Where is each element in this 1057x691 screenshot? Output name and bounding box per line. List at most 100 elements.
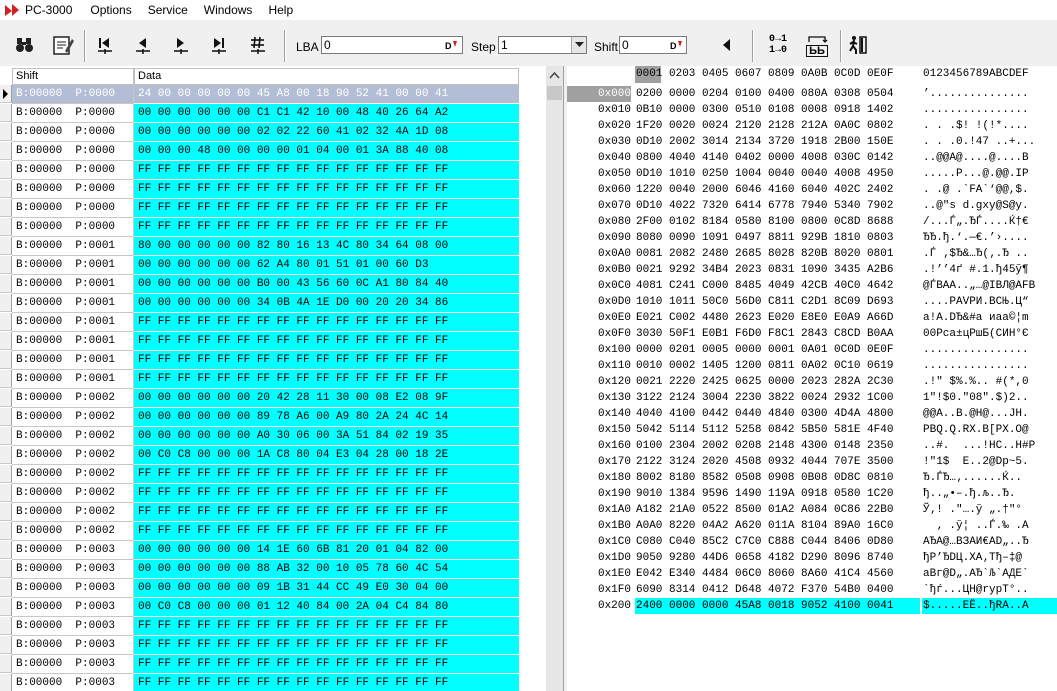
hex-row[interactable]: 0x1B0 A0A0 8220 04A2 A620 011A 8104 89A0 … [567,518,1057,534]
hex-row[interactable]: 0x020 1F20 0020 0024 2120 2128 212A 0A0C … [567,118,1057,134]
lba-input[interactable]: 0 [321,36,463,54]
row-indicator[interactable] [0,636,12,654]
hex-row[interactable]: 0x0F0 3030 50F1 E0B1 F6D0 F8C1 2843 C8CD … [567,326,1057,342]
table-row[interactable]: B:00000 P:0000 FF FF FF FF FF FF FF FF FF… [0,180,546,199]
table-row[interactable]: B:00000 P:0002 00 00 00 00 00 00 89 78 A6… [0,408,546,427]
row-data-cell[interactable]: 00 C0 C8 00 00 00 01 12 40 84 00 2A 04 C… [134,598,519,617]
table-row[interactable]: B:00000 P:0000 FF FF FF FF FF FF FF FF FF… [0,218,546,237]
hex-bytes[interactable]: 0021 9292 34B4 2023 0831 1090 3435 A2B6 [635,262,920,278]
hex-ascii[interactable]: . .@ .`FA`‘@@,$. [922,182,1057,198]
row-data-cell[interactable]: 00 00 00 00 00 00 B0 00 43 56 60 0C A1 8… [134,275,519,294]
row-indicator[interactable] [0,294,12,312]
row-data-cell[interactable]: FF FF FF FF FF FF FF FF FF FF FF FF FF F… [134,180,519,199]
hex-ascii[interactable]: @ЃВAА..„…@IВЛ@АFB [922,278,1057,294]
hex-bytes[interactable]: 0000 0201 0005 0000 0001 0A01 0C0D 0E0F [635,342,920,358]
hex-row[interactable]: 0x0A0 0081 2082 2480 2685 8028 820B 8020 … [567,246,1057,262]
hex-bytes[interactable]: 2F00 0102 8184 0580 8100 0800 0C8D 8688 [635,214,920,230]
table-row[interactable]: B:00000 P:0001 FF FF FF FF FF FF FF FF FF… [0,313,546,332]
row-shift-cell[interactable]: B:00000 P:0001 [12,275,134,294]
row-shift-cell[interactable]: B:00000 P:0002 [12,522,134,541]
hex-ascii[interactable]: ЂЂ.ђ.‘.—€.’›.... [922,230,1057,246]
table-row[interactable]: B:00000 P:0003 00 00 00 00 00 00 09 1B 31… [0,579,546,598]
hex-row[interactable]: 0x000 0200 0000 0204 0100 0400 080A 0308 … [567,86,1057,102]
row-data-cell[interactable]: FF FF FF FF FF FF FF FF FF FF FF FF FF F… [134,655,519,674]
row-data-cell[interactable]: FF FF FF FF FF FF FF FF FF FF FF FF FF F… [134,199,519,218]
hex-bytes[interactable]: C080 C040 85C2 C7C0 C888 C044 8406 0D80 [635,534,920,550]
row-indicator[interactable] [0,199,12,217]
row-indicator[interactable] [0,579,12,597]
hex-ascii[interactable]: ................ [922,358,1057,374]
row-data-cell[interactable]: 00 00 00 00 00 00 20 42 28 11 30 00 08 E… [134,389,519,408]
row-indicator[interactable] [0,332,12,350]
row-indicator[interactable] [0,408,12,426]
hex-ascii[interactable]: 1"!$0."08".$)2.. [922,390,1057,406]
row-shift-cell[interactable]: B:00000 P:0002 [12,465,134,484]
table-row[interactable]: B:00000 P:0003 FF FF FF FF FF FF FF FF FF… [0,674,546,691]
hex-ascii[interactable]: аBг@D„.АЂ`Љ`AДE` [922,566,1057,582]
hex-ascii[interactable]: ....PАVРИ.ВСЊ.Ц“ [922,294,1057,310]
scroll-up-arrow-icon[interactable] [546,68,563,84]
row-indicator[interactable] [0,617,12,635]
row-data-cell[interactable]: FF FF FF FF FF FF FF FF FF FF FF FF FF F… [134,218,519,237]
row-data-cell[interactable]: 00 00 00 00 00 00 14 1E 60 6B 81 20 01 0… [134,541,519,560]
row-indicator[interactable] [0,598,12,616]
hex-row[interactable]: 0x1C0 C080 C040 85C2 C7C0 C888 C044 8406 … [567,534,1057,550]
hex-row[interactable]: 0x1D0 9050 9280 44D6 0658 4182 D290 8096 … [567,550,1057,566]
row-shift-cell[interactable]: B:00000 P:0000 [12,142,134,161]
table-row[interactable]: B:00000 P:0001 00 00 00 00 00 00 34 0B 4A… [0,294,546,313]
hex-bytes[interactable]: 4040 4100 0442 0440 4840 0300 4D4A 4800 [635,406,920,422]
row-indicator[interactable] [0,560,12,578]
hex-row[interactable]: 0x1A0 A182 21A0 0522 8500 01A2 A084 0C86 … [567,502,1057,518]
row-data-cell[interactable]: FF FF FF FF FF FF FF FF FF FF FF FF FF F… [134,484,519,503]
row-shift-cell[interactable]: B:00000 P:0003 [12,579,134,598]
hex-bytes[interactable]: 0D10 1010 0250 1004 0040 0040 4008 4950 [635,166,920,182]
row-indicator[interactable] [0,522,12,540]
hex-ascii[interactable]: !"1$ E..2@Dp~5. [922,454,1057,470]
row-indicator[interactable] [0,370,12,388]
row-indicator[interactable] [0,142,12,160]
row-indicator[interactable] [0,351,12,369]
table-row[interactable]: B:00000 P:0002 FF FF FF FF FF FF FF FF FF… [0,465,546,484]
edit-sheet-button[interactable] [50,32,76,58]
row-indicator[interactable] [0,465,12,483]
hex-bytes[interactable]: 2400 0000 0000 45A8 0018 9052 4100 0041 [635,598,920,614]
hex-row[interactable]: 0x190 9010 1384 9596 1490 119A 0918 0580 … [567,486,1057,502]
row-shift-cell[interactable]: B:00000 P:0003 [12,655,134,674]
table-row[interactable]: B:00000 P:0002 FF FF FF FF FF FF FF FF FF… [0,484,546,503]
row-shift-cell[interactable]: B:00000 P:0003 [12,617,134,636]
row-data-cell[interactable]: FF FF FF FF FF FF FF FF FF FF FF FF FF F… [134,674,519,691]
hex-ascii[interactable]: а!А.DЂ&#а иаа©¦m [922,310,1057,326]
hex-ascii[interactable]: ................ [922,342,1057,358]
row-shift-cell[interactable]: B:00000 P:0001 [12,256,134,275]
row-shift-cell[interactable]: B:00000 P:0001 [12,313,134,332]
row-shift-cell[interactable]: B:00000 P:0000 [12,161,134,180]
row-indicator[interactable] [0,389,12,407]
hex-bytes[interactable]: 8080 0090 1091 0497 8811 929B 1810 0803 [635,230,920,246]
hex-bytes[interactable]: E042 E340 4484 06C0 8060 8A60 41C4 4560 [635,566,920,582]
row-indicator[interactable] [0,161,12,179]
shift-apply-button[interactable]: D [670,37,684,53]
hex-bytes[interactable]: 3122 2124 3004 2230 3822 0024 2932 1C00 [635,390,920,406]
table-row[interactable]: B:00000 P:0001 FF FF FF FF FF FF FF FF FF… [0,351,546,370]
table-row[interactable]: B:00000 P:0002 FF FF FF FF FF FF FF FF FF… [0,503,546,522]
row-indicator[interactable] [0,503,12,521]
hex-row[interactable]: 0x100 0000 0201 0005 0000 0001 0A01 0C0D … [567,342,1057,358]
hex-ascii[interactable]: .....P...@.@@.IP [922,166,1057,182]
hex-ascii[interactable]: ђP’ЂDЦ.XA‚Тђ–‡@ [922,550,1057,566]
hex-ascii[interactable]: ................ [922,102,1057,118]
menu-windows[interactable]: Windows [204,3,253,17]
row-shift-cell[interactable]: B:00000 P:0002 [12,446,134,465]
table-row[interactable]: B:00000 P:0000 FF FF FF FF FF FF FF FF FF… [0,199,546,218]
hex-bytes[interactable]: 4081 C241 C000 8485 4049 42CB 40C0 4642 [635,278,920,294]
hex-bytes[interactable]: 0081 2082 2480 2685 8028 820B 8020 0801 [635,246,920,262]
menu-service[interactable]: Service [148,3,188,17]
row-data-cell[interactable]: FF FF FF FF FF FF FF FF FF FF FF FF FF F… [134,370,519,389]
hex-bytes[interactable]: 0800 4040 4140 0402 0000 4008 030C 0142 [635,150,920,166]
row-data-cell[interactable]: 00 00 00 00 00 00 62 A4 80 01 51 01 00 6… [134,256,519,275]
table-row[interactable]: B:00000 P:0003 FF FF FF FF FF FF FF FF FF… [0,617,546,636]
hex-row[interactable]: 0x150 5042 5114 5112 5258 0842 5B50 581E … [567,422,1057,438]
row-shift-cell[interactable]: B:00000 P:0003 [12,636,134,655]
search-binoculars-button[interactable] [12,32,38,58]
row-data-cell[interactable]: 00 00 00 00 00 00 02 02 22 60 41 02 32 4… [134,123,519,142]
row-indicator[interactable] [0,256,12,274]
